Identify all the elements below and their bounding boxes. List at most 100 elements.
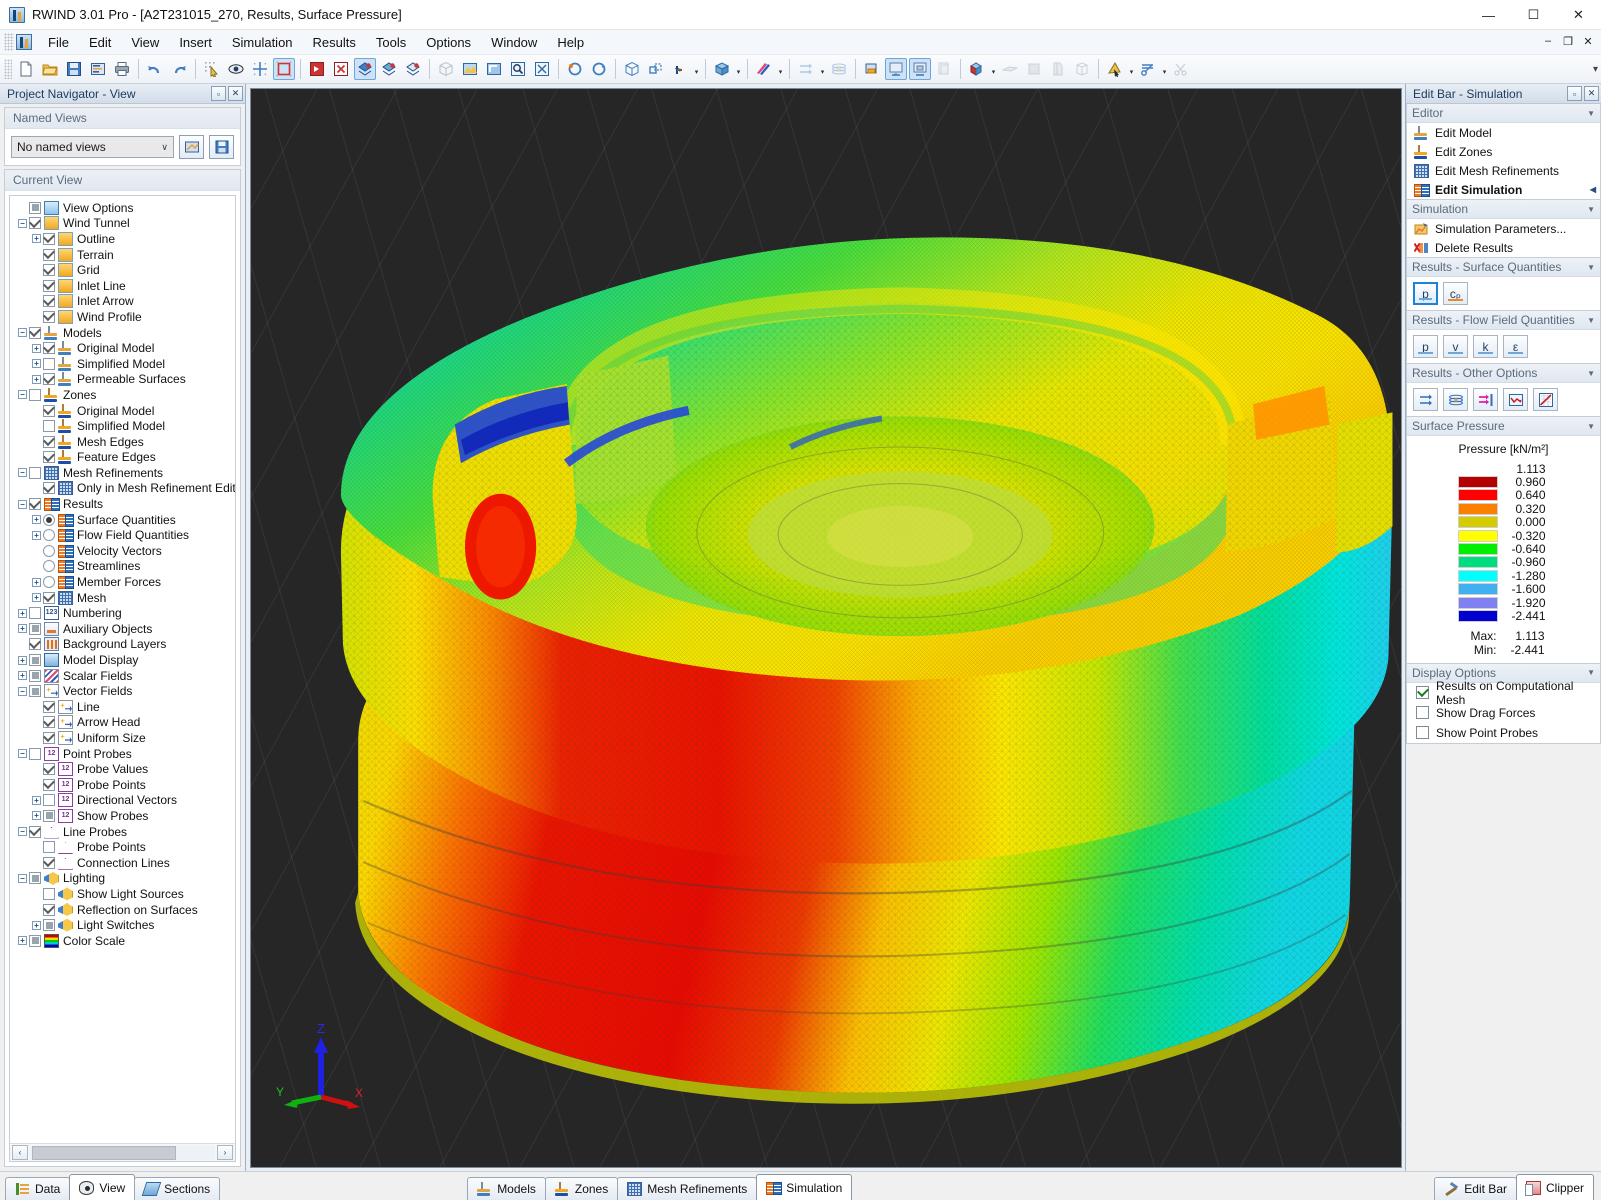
checkbox-icon[interactable] — [43, 763, 55, 776]
checkbox-icon[interactable] — [43, 232, 55, 245]
shade-view-icon[interactable] — [459, 58, 481, 80]
view-visibility-icon[interactable] — [225, 58, 247, 80]
iso-surface-icon[interactable] — [1443, 388, 1468, 411]
toolbar-grip[interactable] — [4, 59, 12, 79]
checkbox-icon[interactable] — [43, 591, 55, 604]
checkbox-icon[interactable] — [29, 825, 41, 838]
tree-item-light-switches[interactable]: + Light Switches — [16, 917, 235, 933]
checkbox-icon[interactable] — [29, 388, 41, 401]
surface-quantity-pressure-button[interactable]: p — [1413, 282, 1438, 305]
clipper-dropdown-icon[interactable]: ▾ — [989, 58, 998, 80]
results-surface-icon[interactable] — [861, 58, 883, 80]
wireframe-cube-icon[interactable] — [621, 58, 643, 80]
expand-icon[interactable]: + — [18, 624, 27, 634]
expand-icon[interactable]: + — [18, 655, 27, 665]
results-zones-icon[interactable] — [909, 58, 931, 80]
expand-icon[interactable]: + — [32, 577, 41, 587]
checkbox-icon[interactable] — [43, 279, 55, 292]
checkbox-icon[interactable] — [29, 654, 41, 667]
tree-item-connection-lines[interactable]: Connection Lines — [16, 855, 235, 871]
checkbox-icon[interactable] — [43, 435, 55, 448]
checkbox-icon[interactable] — [43, 451, 55, 464]
mdi-close-button[interactable]: ✕ — [1579, 32, 1597, 50]
zoom-window-icon[interactable] — [507, 58, 529, 80]
named-views-select[interactable]: No named views ∨ — [11, 136, 174, 158]
diagram-icon[interactable] — [1503, 388, 1528, 411]
close-button[interactable]: ✕ — [1556, 0, 1601, 30]
tree-item-mesh[interactable]: + Mesh — [16, 590, 235, 606]
menu-tools[interactable]: Tools — [366, 31, 416, 54]
checkbox-icon[interactable] — [29, 747, 41, 760]
collapse-icon[interactable]: − — [18, 873, 27, 883]
tree-item-feature-edges[interactable]: Feature Edges — [16, 450, 235, 466]
tab-sections[interactable]: Sections — [134, 1177, 221, 1200]
radio-icon[interactable] — [43, 544, 55, 557]
move-object-icon[interactable] — [645, 58, 667, 80]
tree-item-numbering[interactable]: +123 Numbering — [16, 605, 235, 621]
print-icon[interactable] — [111, 58, 133, 80]
radio-icon[interactable] — [43, 513, 55, 526]
pick-tool-dropdown-icon[interactable]: ▾ — [1127, 58, 1136, 80]
chart-icon[interactable] — [1533, 388, 1558, 411]
tree-item-arrow-head[interactable]: Arrow Head — [16, 715, 235, 731]
expand-icon[interactable]: + — [18, 671, 27, 681]
axis-colors-dropdown-icon[interactable]: ▾ — [692, 58, 701, 80]
delete-results-item[interactable]: Delete Results — [1407, 238, 1600, 257]
tree-item-scalar-fields[interactable]: + Scalar Fields — [16, 668, 235, 684]
simulation-group-header[interactable]: Simulation ▼ — [1407, 200, 1600, 219]
redo-icon[interactable] — [168, 58, 190, 80]
flow-quantity-k-button[interactable]: k — [1473, 335, 1498, 358]
expand-icon[interactable]: + — [32, 920, 41, 930]
cut-tool-icon[interactable] — [1137, 58, 1159, 80]
checkbox-icon[interactable] — [29, 217, 41, 230]
collapse-icon[interactable]: − — [18, 218, 27, 228]
checkbox-icon[interactable] — [43, 716, 55, 729]
checkbox-icon[interactable] — [43, 420, 55, 433]
tree-item-permeable-surfaces[interactable]: + Permeable Surfaces — [16, 372, 235, 388]
checkbox-icon[interactable] — [43, 809, 55, 822]
checkbox-icon[interactable] — [29, 607, 41, 620]
rotate-right-icon[interactable] — [588, 58, 610, 80]
tree-item-member-forces[interactable]: + Member Forces — [16, 574, 235, 590]
perspective-icon[interactable] — [483, 58, 505, 80]
menu-options[interactable]: Options — [416, 31, 481, 54]
checkbox-icon[interactable] — [29, 638, 41, 651]
checkbox-icon[interactable] — [43, 295, 55, 308]
tab-view[interactable]: View — [69, 1174, 136, 1200]
tree-item-probe-values[interactable]: 12 Probe Values — [16, 761, 235, 777]
checkbox-icon[interactable] — [29, 685, 41, 698]
checkbox-icon[interactable] — [29, 622, 41, 635]
hide-model-icon[interactable] — [330, 58, 352, 80]
tree-item-line-probes[interactable]: − Line Probes — [16, 824, 235, 840]
checkbox-icon[interactable] — [43, 357, 55, 370]
save-icon[interactable] — [63, 58, 85, 80]
checkbox-icon[interactable] — [43, 404, 55, 417]
collapse-icon[interactable]: − — [18, 468, 27, 478]
maximize-button[interactable]: ☐ — [1511, 0, 1556, 30]
menu-insert[interactable]: Insert — [169, 31, 222, 54]
tree-item-wind-tunnel[interactable]: − Wind Tunnel — [16, 216, 235, 232]
menu-view[interactable]: View — [121, 31, 169, 54]
solid-cube-dropdown-icon[interactable]: ▾ — [734, 58, 743, 80]
tree-item-original-model[interactable]: Original Model — [16, 403, 235, 419]
mesh-cube-icon[interactable] — [1071, 58, 1093, 80]
checkbox-icon[interactable] — [43, 903, 55, 916]
radio-icon[interactable] — [43, 576, 55, 589]
scroll-track[interactable] — [30, 1145, 215, 1160]
mdi-minimize-button[interactable]: – — [1539, 32, 1557, 50]
tab-models[interactable]: Models — [467, 1177, 546, 1200]
editor-group-header[interactable]: Editor ▼ — [1407, 104, 1600, 123]
edit-bar-pin-icon[interactable]: ▫ — [1567, 86, 1582, 101]
results-on-computational-mesh-checkbox[interactable]: Results on Computational Mesh — [1407, 679, 1600, 707]
tree-item-model-display[interactable]: + Model Display — [16, 652, 235, 668]
surface-pressure-header[interactable]: Surface Pressure ▼ — [1407, 417, 1600, 436]
collapse-icon[interactable]: − — [18, 390, 27, 400]
checkbox-icon[interactable] — [43, 778, 55, 791]
results-model-icon[interactable] — [885, 58, 907, 80]
undo-icon[interactable] — [144, 58, 166, 80]
checkbox-icon[interactable] — [43, 919, 55, 932]
render-mode-3-icon[interactable] — [402, 58, 424, 80]
tree-item-show-probes[interactable]: +12 Show Probes — [16, 808, 235, 824]
minimize-button[interactable]: — — [1466, 0, 1511, 30]
expand-icon[interactable]: + — [18, 936, 27, 946]
